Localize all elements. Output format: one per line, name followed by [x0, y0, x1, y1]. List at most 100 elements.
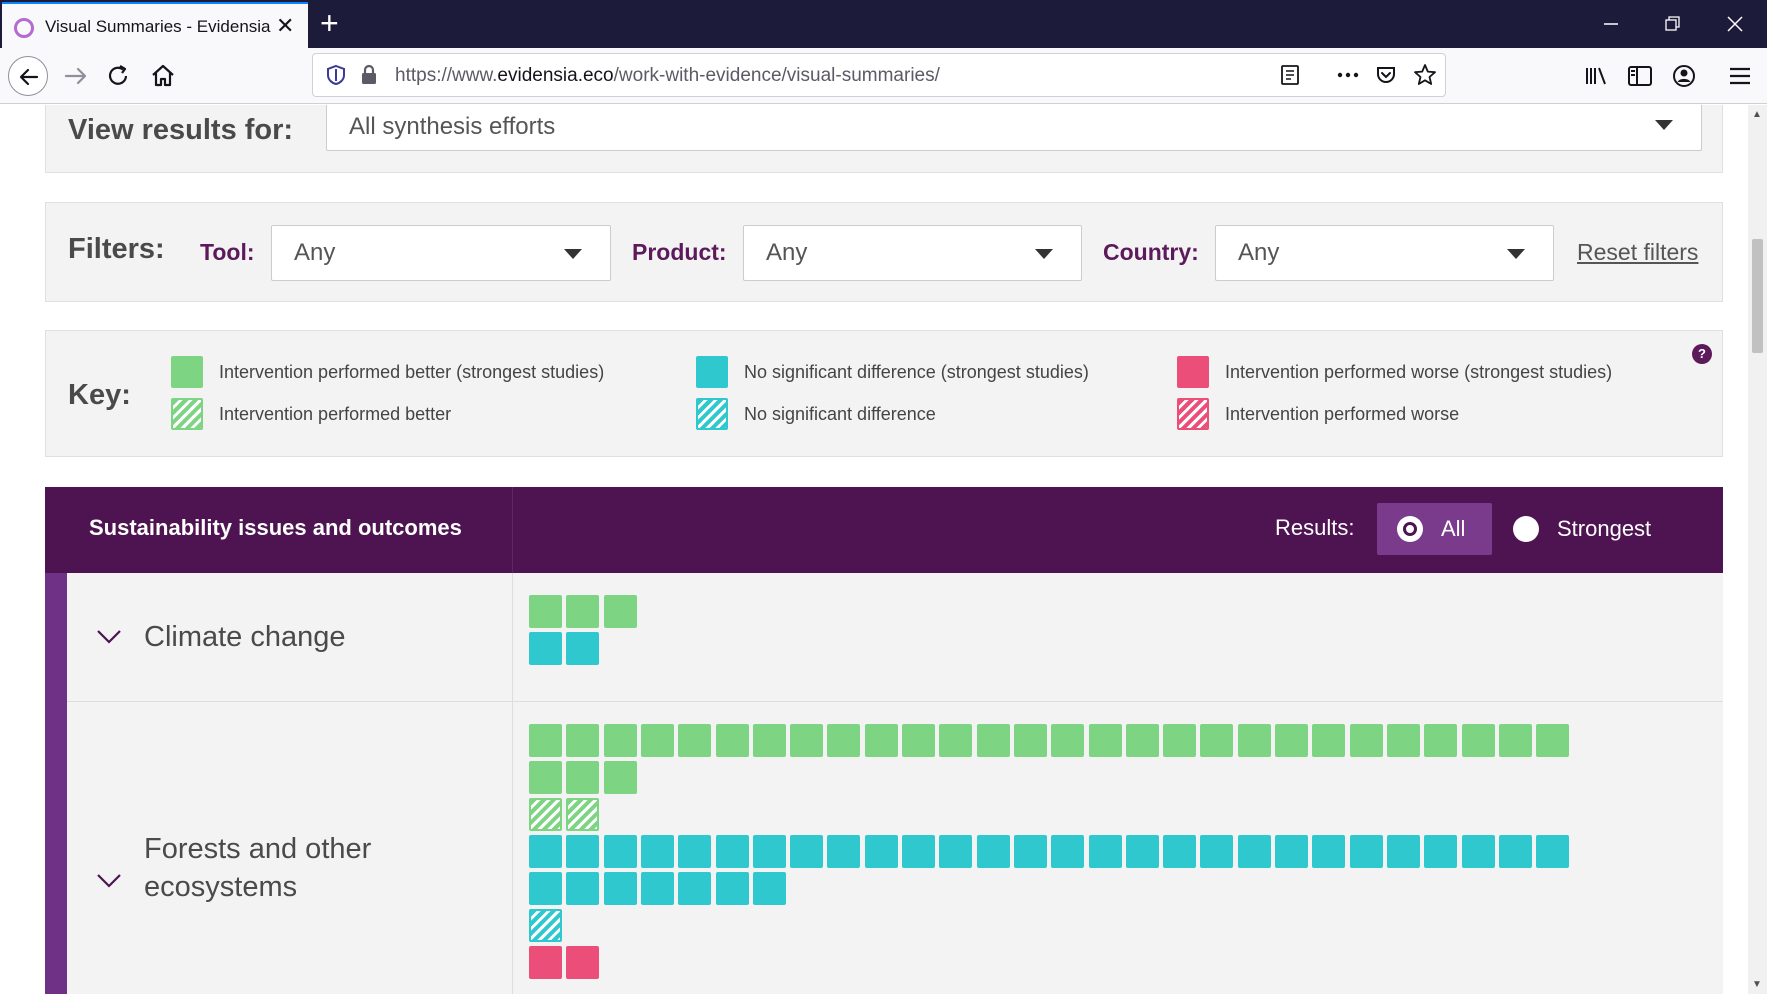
- evidence-square-better-strongest[interactable]: [641, 724, 674, 757]
- radio-strongest[interactable]: [1513, 516, 1539, 542]
- evidence-square-nodiff-strongest[interactable]: [678, 835, 711, 868]
- evidence-square-better-strongest[interactable]: [1312, 724, 1345, 757]
- evidence-square-nodiff-strongest[interactable]: [1462, 835, 1495, 868]
- reader-view-icon[interactable]: [1279, 64, 1301, 86]
- evidence-square-better-strongest[interactable]: [566, 724, 599, 757]
- country-filter-select[interactable]: Any: [1215, 225, 1554, 281]
- evidence-square-nodiff-strongest[interactable]: [604, 872, 637, 905]
- evidence-square-nodiff-strongest[interactable]: [1014, 835, 1047, 868]
- evidence-square-nodiff-strongest[interactable]: [1200, 835, 1233, 868]
- evidence-square-better-strongest[interactable]: [1387, 724, 1420, 757]
- evidence-square-nodiff-strongest[interactable]: [529, 872, 562, 905]
- evidence-square-better-strongest[interactable]: [1499, 724, 1532, 757]
- evidence-square-nodiff-strongest[interactable]: [678, 872, 711, 905]
- evidence-square-nodiff-strongest[interactable]: [604, 835, 637, 868]
- evidence-square-nodiff-strongest[interactable]: [827, 835, 860, 868]
- help-question-icon[interactable]: ?: [1692, 344, 1712, 364]
- evidence-square-better-strongest[interactable]: [1462, 724, 1495, 757]
- page-actions-more-icon[interactable]: [1335, 64, 1361, 86]
- evidence-square-better-strongest[interactable]: [678, 724, 711, 757]
- page-scrollbar[interactable]: ▲ ▼: [1748, 105, 1767, 994]
- evidence-square-nodiff-strongest[interactable]: [1387, 835, 1420, 868]
- evidence-square-nodiff-strongest[interactable]: [1238, 835, 1271, 868]
- evidence-square-nodiff-strongest[interactable]: [1312, 835, 1345, 868]
- evidence-square-nodiff-strongest[interactable]: [1126, 835, 1159, 868]
- forward-arrow-icon[interactable]: [60, 60, 92, 92]
- evidence-square-nodiff-strongest[interactable]: [1499, 835, 1532, 868]
- library-icon[interactable]: [1580, 60, 1612, 92]
- evidence-square-nodiff-strongest[interactable]: [566, 632, 599, 665]
- pocket-icon[interactable]: [1375, 64, 1397, 86]
- close-tab-icon[interactable]: ✕: [276, 13, 294, 39]
- account-icon[interactable]: [1668, 60, 1700, 92]
- evidence-square-better-strongest[interactable]: [1089, 724, 1122, 757]
- reset-filters-link[interactable]: Reset filters: [1577, 239, 1698, 266]
- home-icon[interactable]: [147, 60, 179, 92]
- minimize-window-icon[interactable]: [1580, 0, 1642, 48]
- evidence-square-nodiff-strongest[interactable]: [753, 835, 786, 868]
- product-filter-select[interactable]: Any: [743, 225, 1082, 281]
- chevron-down-icon[interactable]: [95, 872, 123, 890]
- evidence-square-worse-strongest[interactable]: [529, 946, 562, 979]
- evidence-square-nodiff-strongest[interactable]: [1051, 835, 1084, 868]
- evidence-square-better-strongest[interactable]: [1200, 724, 1233, 757]
- chevron-down-icon[interactable]: [95, 628, 123, 646]
- evidence-square-better-strongest[interactable]: [1238, 724, 1271, 757]
- evidence-square-nodiff-strongest[interactable]: [529, 835, 562, 868]
- back-arrow-icon[interactable]: [8, 56, 48, 96]
- tracking-protection-shield-icon[interactable]: [325, 64, 347, 86]
- evidence-square-nodiff-strongest[interactable]: [641, 872, 674, 905]
- evidence-square-better-strongest[interactable]: [604, 724, 637, 757]
- evidence-square-better-strongest[interactable]: [827, 724, 860, 757]
- evidence-square-better-strongest[interactable]: [529, 595, 562, 628]
- evidence-square-nodiff-strongest[interactable]: [902, 835, 935, 868]
- evidence-square-better-strongest[interactable]: [1536, 724, 1569, 757]
- evidence-square-nodiff-strongest[interactable]: [1275, 835, 1308, 868]
- address-bar[interactable]: https://www.evidensia.eco/work-with-evid…: [312, 53, 1446, 97]
- evidence-square-nodiff-strongest[interactable]: [1350, 835, 1383, 868]
- evidence-square-better-strongest[interactable]: [1014, 724, 1047, 757]
- scroll-up-arrow-icon[interactable]: ▲: [1752, 109, 1762, 120]
- evidence-square-nodiff-strongest[interactable]: [566, 872, 599, 905]
- evidence-square-nodiff-strongest[interactable]: [1424, 835, 1457, 868]
- restore-window-icon[interactable]: [1642, 0, 1704, 48]
- evidence-square-worse-strongest[interactable]: [566, 946, 599, 979]
- evidence-square-better-strongest[interactable]: [939, 724, 972, 757]
- evidence-square-nodiff-strongest[interactable]: [716, 872, 749, 905]
- evidence-square-better-strongest[interactable]: [1350, 724, 1383, 757]
- evidence-square-better-strongest[interactable]: [716, 724, 749, 757]
- evidence-square-better-strongest[interactable]: [865, 724, 898, 757]
- sidebar-toggle-icon[interactable]: [1624, 60, 1656, 92]
- evidence-square-nodiff-strongest[interactable]: [753, 872, 786, 905]
- evidence-square-nodiff-strongest[interactable]: [1089, 835, 1122, 868]
- hamburger-menu-icon[interactable]: [1724, 60, 1756, 92]
- lock-icon[interactable]: [359, 64, 379, 86]
- evidence-square-nodiff-strongest[interactable]: [716, 835, 749, 868]
- evidence-square-better-strongest[interactable]: [753, 724, 786, 757]
- evidence-square-better-strongest[interactable]: [529, 761, 562, 794]
- evidence-square-better-strongest[interactable]: [790, 724, 823, 757]
- evidence-square-nodiff-strongest[interactable]: [1536, 835, 1569, 868]
- reload-icon[interactable]: [103, 60, 135, 92]
- evidence-square-better-strongest[interactable]: [977, 724, 1010, 757]
- synthesis-effort-select[interactable]: All synthesis efforts: [326, 105, 1702, 151]
- evidence-square-nodiff-strongest[interactable]: [977, 835, 1010, 868]
- scroll-down-arrow-icon[interactable]: ▼: [1752, 979, 1762, 990]
- evidence-square-nodiff-strongest[interactable]: [790, 835, 823, 868]
- evidence-square-better-strongest[interactable]: [604, 595, 637, 628]
- evidence-square-nodiff-strongest[interactable]: [939, 835, 972, 868]
- tool-filter-select[interactable]: Any: [271, 225, 611, 281]
- evidence-square-better-strongest[interactable]: [604, 761, 637, 794]
- evidence-square-better-strongest[interactable]: [529, 724, 562, 757]
- evidence-square-nodiff-strongest[interactable]: [641, 835, 674, 868]
- results-option-all[interactable]: All: [1377, 503, 1492, 555]
- browser-tab[interactable]: Visual Summaries - Evidensia ✕: [2, 2, 308, 48]
- evidence-square-better-strongest[interactable]: [902, 724, 935, 757]
- evidence-square-nodiff-strongest[interactable]: [865, 835, 898, 868]
- evidence-square-nodiff-strongest[interactable]: [1163, 835, 1196, 868]
- close-window-icon[interactable]: [1704, 0, 1766, 48]
- evidence-square-better[interactable]: [529, 798, 562, 831]
- evidence-square-better-strongest[interactable]: [1163, 724, 1196, 757]
- evidence-square-nodiff-strongest[interactable]: [529, 632, 562, 665]
- evidence-square-better-strongest[interactable]: [1126, 724, 1159, 757]
